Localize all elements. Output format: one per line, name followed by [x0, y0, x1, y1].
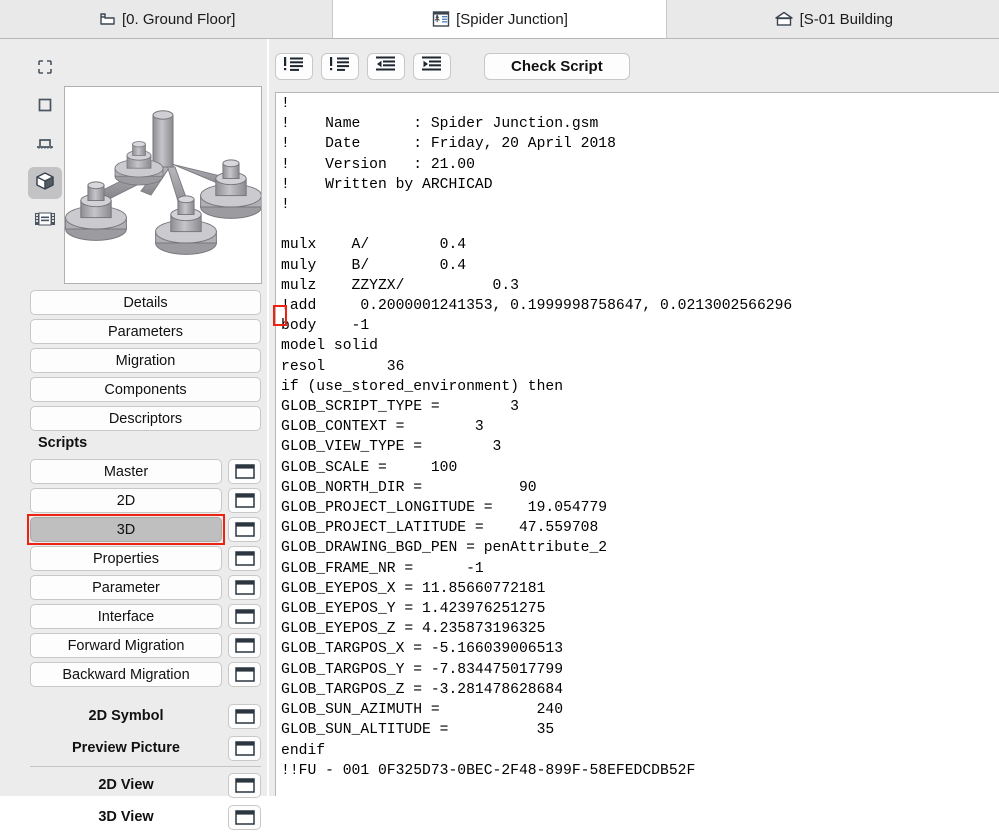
check-script-button[interactable]: Check Script [484, 53, 630, 80]
row-preview-picture: Preview Picture [30, 734, 261, 762]
script-3d-button[interactable]: 3D [30, 517, 222, 542]
script-row-master: Master [30, 459, 261, 484]
preview-section-button[interactable] [28, 129, 62, 161]
preview-section-icon [34, 133, 56, 158]
uncomment-lines-button[interactable] [321, 53, 359, 80]
preview-3d-model-icon [34, 170, 56, 197]
preview-2d-symbol-icon [35, 57, 55, 82]
tab-bar: [0. Ground Floor] [Spider Junction] [S-0… [0, 0, 999, 39]
open-3d-script-window-button[interactable] [228, 517, 261, 542]
open-properties-script-window-button[interactable] [228, 546, 261, 571]
preview-filmstrip-icon [33, 208, 57, 235]
script-2d-button[interactable]: 2D [30, 488, 222, 513]
object-section-buttons: Details Parameters Migration Components … [30, 290, 261, 435]
tab-label: [S-01 Building [799, 10, 894, 28]
script-row-backward-migration: Backward Migration [30, 662, 261, 687]
comment-lines-button[interactable] [275, 53, 313, 80]
preview-3d-model-button[interactable] [28, 167, 62, 199]
script-row-parameter: Parameter [30, 575, 261, 600]
comment-lines-icon [282, 55, 306, 78]
object-3d-preview[interactable] [64, 86, 262, 284]
script-backward-migration-button[interactable]: Backward Migration [30, 662, 222, 687]
2d-view-button[interactable]: 2D View [30, 771, 222, 799]
tab-s01-building[interactable]: [S-01 Building [666, 0, 999, 38]
details-button[interactable]: Details [30, 290, 261, 315]
script-editor-toolbar: Check Script [275, 53, 630, 80]
building-elevation-icon [773, 9, 795, 29]
preview-mode-toolbar [25, 53, 65, 237]
annotation-highlight-comment-token [273, 305, 287, 326]
open-2d-view-window-button[interactable] [228, 772, 261, 798]
tab-spider-junction[interactable]: [Spider Junction] [333, 0, 667, 38]
row-2d-symbol: 2D Symbol [30, 702, 261, 730]
open-3d-view-window-button[interactable] [228, 804, 261, 830]
script-code-area[interactable]: ! ! Name : Spider Junction.gsm ! Date : … [275, 92, 999, 796]
tab-ground-floor[interactable]: [0. Ground Floor] [0, 0, 334, 38]
symbols-and-views-list: 2D Symbol Preview Picture 2D View 3D Vie… [30, 702, 261, 835]
floor-plan-icon [97, 9, 117, 29]
preview-3d-box-icon [35, 95, 55, 120]
gdl-object-editor-icon [431, 9, 451, 29]
script-code-text[interactable]: ! ! Name : Spider Junction.gsm ! Date : … [281, 94, 792, 781]
indent-right-icon [374, 55, 398, 78]
section-divider [30, 766, 261, 767]
script-row-3d: 3D [27, 514, 261, 545]
preview-2d-symbol-button[interactable] [28, 53, 62, 85]
left-panel: Details Parameters Migration Components … [0, 39, 268, 830]
indent-right-button[interactable] [367, 53, 405, 80]
2d-symbol-button[interactable]: 2D Symbol [30, 702, 222, 730]
open-2d-symbol-window-button[interactable] [228, 703, 261, 729]
preview-filmstrip-button[interactable] [28, 205, 62, 237]
script-row-interface: Interface [30, 604, 261, 629]
descriptors-button[interactable]: Descriptors [30, 406, 261, 431]
script-forward-migration-button[interactable]: Forward Migration [30, 633, 222, 658]
script-parameter-button[interactable]: Parameter [30, 575, 222, 600]
open-interface-script-window-button[interactable] [228, 604, 261, 629]
components-button[interactable]: Components [30, 377, 261, 402]
script-row-properties: Properties [30, 546, 261, 571]
scripts-section-label: Scripts [38, 435, 88, 451]
indent-left-icon [420, 55, 444, 78]
script-row-forward-migration: Forward Migration [30, 633, 261, 658]
script-interface-button[interactable]: Interface [30, 604, 222, 629]
scripts-list: Master 2D 3D Properties Parameter Interf… [27, 459, 261, 691]
tab-label: [0. Ground Floor] [121, 10, 236, 28]
tab-label: [Spider Junction] [456, 10, 568, 28]
indent-left-button[interactable] [413, 53, 451, 80]
preview-3d-box-button[interactable] [28, 91, 62, 123]
script-editor-panel: Check Script ! ! Name : Spider Junction.… [269, 39, 999, 796]
open-preview-picture-window-button[interactable] [228, 735, 261, 761]
uncomment-lines-icon [328, 55, 352, 78]
3d-view-button[interactable]: 3D View [30, 803, 222, 831]
open-master-script-window-button[interactable] [228, 459, 261, 484]
open-backward-migration-script-window-button[interactable] [228, 662, 261, 687]
migration-button[interactable]: Migration [30, 348, 261, 373]
open-2d-script-window-button[interactable] [228, 488, 261, 513]
row-3d-view: 3D View [30, 803, 261, 831]
script-master-button[interactable]: Master [30, 459, 222, 484]
row-2d-view: 2D View [30, 771, 261, 799]
script-properties-button[interactable]: Properties [30, 546, 222, 571]
open-forward-migration-script-window-button[interactable] [228, 633, 261, 658]
script-row-2d: 2D [30, 488, 261, 513]
preview-picture-button[interactable]: Preview Picture [30, 734, 222, 762]
parameters-button[interactable]: Parameters [30, 319, 261, 344]
open-parameter-script-window-button[interactable] [228, 575, 261, 600]
